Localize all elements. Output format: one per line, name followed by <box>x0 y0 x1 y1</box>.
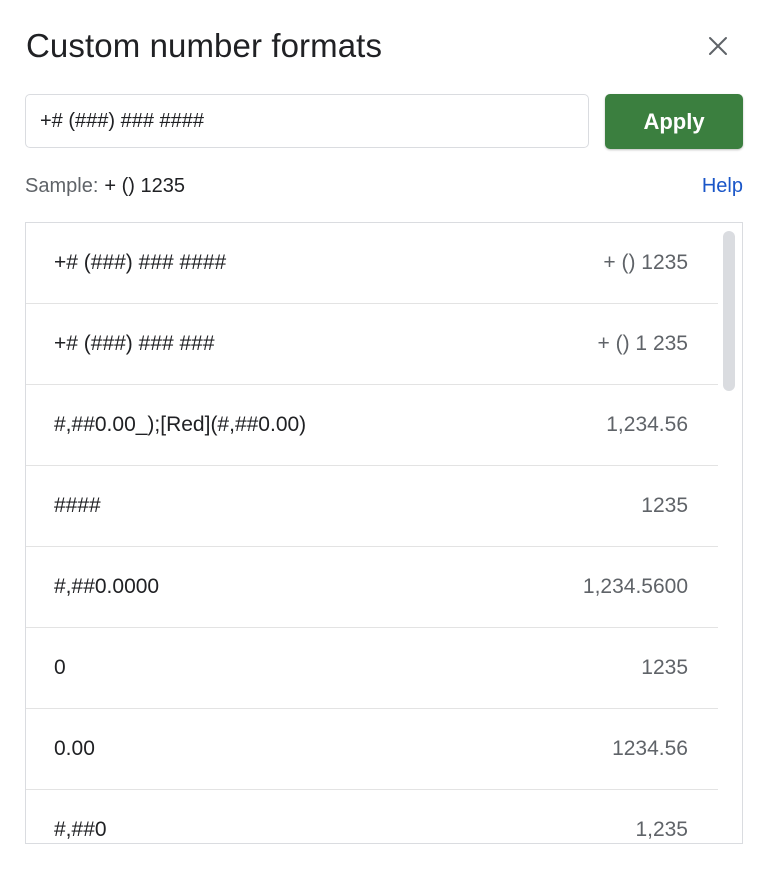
format-code: +# (###) ### #### <box>54 251 227 274</box>
format-sample: + () 1235 <box>603 251 688 274</box>
format-sample: 1,234.5600 <box>582 575 688 598</box>
format-sample: 1234.56 <box>612 737 688 760</box>
format-list-item[interactable]: +# (###) ### #### + () 1235 <box>26 223 718 304</box>
format-code: #,##0.00_);[Red](#,##0.00) <box>54 413 307 436</box>
close-button[interactable] <box>698 26 738 66</box>
format-code: #### <box>54 494 101 517</box>
format-list-item[interactable]: 0 1235 <box>26 628 718 709</box>
format-code: #,##0.0000 <box>54 575 160 598</box>
format-list-item[interactable]: #,##0.00_);[Red](#,##0.00) 1,234.56 <box>26 385 718 466</box>
format-code: 0.00 <box>54 737 95 760</box>
format-list-item[interactable]: 0.00 1234.56 <box>26 709 718 790</box>
format-list: +# (###) ### #### + () 1235 +# (###) ###… <box>25 222 743 844</box>
format-list-item[interactable]: +# (###) ### ### + () 1 235 <box>26 304 718 385</box>
sample-label: Sample: <box>25 175 99 197</box>
sample-value: + () 1235 <box>104 175 185 197</box>
format-sample: 1235 <box>641 494 688 517</box>
format-sample: 1,235 <box>635 818 688 841</box>
format-input[interactable] <box>25 94 589 148</box>
format-list-item[interactable]: #### 1235 <box>26 466 718 547</box>
format-list-item[interactable]: #,##0 1,235 <box>26 790 718 843</box>
dialog-title: Custom number formats <box>26 27 383 64</box>
help-link[interactable]: Help <box>702 172 743 200</box>
apply-button[interactable]: Apply <box>605 94 743 149</box>
format-code: #,##0 <box>54 818 107 841</box>
format-sample: 1235 <box>641 656 688 679</box>
format-list-items: +# (###) ### #### + () 1235 +# (###) ###… <box>26 223 718 843</box>
format-sample: 1,234.56 <box>606 413 688 436</box>
format-code: +# (###) ### ### <box>54 332 215 355</box>
format-code: 0 <box>54 656 66 679</box>
scrollbar-thumb[interactable] <box>723 231 735 391</box>
format-sample: + () 1 235 <box>597 332 688 355</box>
close-icon <box>709 37 727 55</box>
format-list-item[interactable]: #,##0.0000 1,234.5600 <box>26 547 718 628</box>
sample-row: Sample: + () 1235 <box>25 172 185 200</box>
